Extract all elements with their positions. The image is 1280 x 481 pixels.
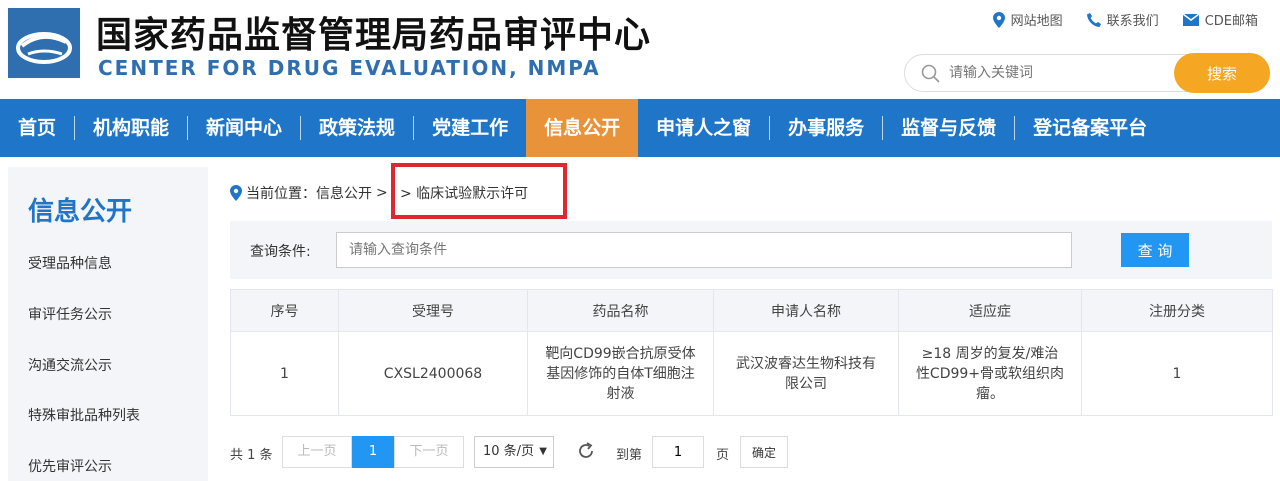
query-panel: 查询条件: 查 询 (230, 221, 1272, 279)
nav-item-applicant[interactable]: 申请人之窗 (638, 99, 769, 157)
location-pin-icon (992, 11, 1005, 28)
query-label: 查询条件: (250, 244, 311, 260)
table-row[interactable]: 1 CXSL2400068 靶向CD99嵌合抗原受体基因修饰的自体T细胞注射液 … (230, 331, 1273, 416)
cell-drug-name: 靶向CD99嵌合抗原受体基因修饰的自体T细胞注射液 (527, 331, 714, 416)
phone-icon (1086, 12, 1101, 27)
sitemap-label: 网站地图 (1010, 14, 1063, 29)
column-header-acceptance-no: 受理号 (338, 289, 528, 332)
cell-acceptance-no: CXSL2400068 (338, 331, 528, 416)
top-links: 网站地图 联系我们 CDE邮箱 (992, 10, 1258, 29)
nav-item-home[interactable]: 首页 (0, 99, 74, 157)
results-table: 序号 受理号 药品名称 申请人名称 适应症 注册分类 1 CXSL2400068… (230, 289, 1273, 416)
site-header: 国家药品监督管理局药品审评中心 CENTER FOR DRUG EVALUATI… (0, 0, 1280, 99)
page-size-value: 10 条/页 (483, 444, 535, 459)
pager-prev-button[interactable]: 上一页 (282, 436, 352, 468)
breadcrumb-prefix[interactable]: 当前位置：信息公开 (246, 183, 372, 203)
nav-item-feedback[interactable]: 监督与反馈 (883, 99, 1014, 157)
contact-label: 联系我们 (1106, 14, 1159, 29)
cell-index: 1 (230, 331, 339, 416)
site-title-en: CENTER FOR DRUG EVALUATION, NMPA (98, 56, 601, 80)
contact-link[interactable]: 联系我们 (1086, 10, 1159, 29)
table-header-row: 序号 受理号 药品名称 申请人名称 适应症 注册分类 (230, 289, 1273, 332)
sidebar-item-special-approval[interactable]: 特殊审批品种列表 (28, 405, 140, 425)
query-button[interactable]: 查 询 (1121, 233, 1189, 267)
cell-indication: ≥18 周岁的复发/难治性CD99+骨或软组织肉瘤。 (898, 331, 1082, 416)
cell-applicant: 武汉波睿达生物科技有限公司 (713, 331, 899, 416)
nav-item-services[interactable]: 办事服务 (770, 99, 882, 157)
column-header-indication: 适应症 (898, 289, 1082, 332)
nav-item-functions[interactable]: 机构职能 (75, 99, 187, 157)
column-header-applicant: 申请人名称 (713, 289, 899, 332)
sidebar-item-review-tasks[interactable]: 审评任务公示 (28, 304, 112, 324)
cde-mail-link[interactable]: CDE邮箱 (1182, 10, 1258, 29)
main-nav: 首页 机构职能 新闻中心 政策法规 党建工作 信息公开 申请人之窗 办事服务 监… (0, 99, 1280, 157)
nav-item-news[interactable]: 新闻中心 (188, 99, 300, 157)
fish-emblem-icon (16, 32, 72, 64)
column-header-index: 序号 (230, 289, 339, 332)
query-input[interactable] (336, 232, 1072, 268)
breadcrumb-separator: > (376, 185, 388, 201)
pager-next-button[interactable]: 下一页 (394, 436, 464, 468)
site-search-button[interactable]: 搜索 (1174, 53, 1270, 93)
sitemap-link[interactable]: 网站地图 (992, 10, 1063, 29)
pager-confirm-button[interactable]: 确定 (740, 436, 788, 468)
pager-page-unit: 页 (716, 448, 730, 463)
pager-total: 共 1 条 (230, 448, 273, 463)
refresh-icon[interactable] (576, 441, 596, 461)
location-pin-icon (230, 185, 242, 201)
sidebar-title: 信息公开 (28, 197, 133, 227)
nav-item-party[interactable]: 党建工作 (414, 99, 526, 157)
cde-mail-label: CDE邮箱 (1204, 14, 1258, 29)
pager-goto-label: 到第 (616, 448, 643, 463)
sidebar: 信息公开 受理品种信息 审评任务公示 沟通交流公示 特殊审批品种列表 优先审评公… (8, 167, 208, 481)
cell-registration-class: 1 (1081, 331, 1273, 416)
page-size-select[interactable]: 10 条/页 ▼ (474, 436, 554, 468)
column-header-registration-class: 注册分类 (1081, 289, 1273, 332)
breadcrumb: 当前位置：信息公开 > (230, 183, 388, 203)
pager-page-1[interactable]: 1 (352, 436, 394, 468)
search-icon (921, 64, 940, 83)
cde-logo[interactable] (8, 8, 80, 78)
site-title-cn: 国家药品监督管理局药品审评中心 (96, 15, 652, 56)
mail-icon (1182, 13, 1199, 26)
site-search-input[interactable] (949, 63, 1169, 83)
column-header-drug-name: 药品名称 (527, 289, 714, 332)
nav-item-policy[interactable]: 政策法规 (301, 99, 413, 157)
nav-item-info-disclosure[interactable]: 信息公开 (526, 99, 639, 157)
sidebar-item-accepted-varieties[interactable]: 受理品种信息 (28, 253, 112, 273)
nav-item-registration[interactable]: 登记备案平台 (1015, 99, 1165, 157)
pager-goto-input[interactable] (652, 436, 704, 468)
sidebar-item-communication[interactable]: 沟通交流公示 (28, 355, 112, 375)
red-highlight-box (391, 163, 567, 219)
sidebar-item-priority-review[interactable]: 优先审评公示 (28, 456, 112, 476)
chevron-down-icon: ▼ (539, 446, 547, 457)
